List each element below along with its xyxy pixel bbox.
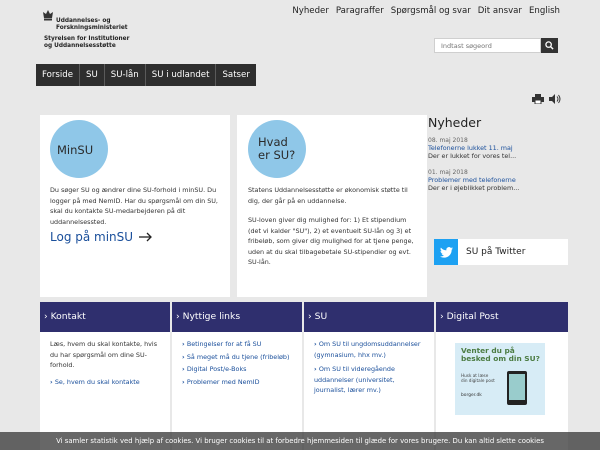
news-date: 01. maj 2018 [428, 169, 468, 176]
banner-subtitle: Husk at læse din digitale post [461, 373, 495, 383]
su-link-ungdom[interactable]: Om SU til ungdomsuddannelser (gymnasium,… [314, 339, 424, 360]
nyttige-link-digital-post[interactable]: Digital Post/e-Boks [182, 364, 292, 375]
news-title: Nyheder [428, 115, 482, 130]
su-heading[interactable]: › SU [304, 302, 434, 332]
crown-icon [43, 10, 53, 21]
kontakt-box: › Kontakt Læs, hvem du skal kontakte, hv… [40, 302, 170, 450]
speaker-icon[interactable] [549, 94, 561, 104]
news-excerpt: Der er i øjeblikket problem... [428, 184, 520, 192]
news-link[interactable]: Telefonerne lukket 11. maj [428, 144, 568, 152]
topnav-dit-ansvar[interactable]: Dit ansvar [478, 6, 522, 16]
arrow-right-icon [139, 232, 152, 242]
search-bar [434, 38, 558, 53]
topnav-faq[interactable]: Spørgsmål og svar [391, 6, 471, 16]
topnav-english[interactable]: English [529, 6, 560, 16]
news-excerpt: Der er lukket for vores tel... [428, 152, 517, 160]
minsu-card: MinSU Du søger SU og ændrer dine SU-forh… [40, 115, 230, 297]
search-input[interactable] [434, 38, 541, 53]
twitter-icon-box [434, 239, 458, 265]
kontakt-link[interactable]: Se, hvem du skal kontakte [50, 377, 160, 388]
su-box: › SU Om SU til ungdomsuddannelser (gymna… [304, 302, 434, 450]
twitter-icon [439, 246, 453, 258]
digital-post-banner[interactable]: Venter du på besked om din SU? Husk at l… [455, 343, 545, 415]
news-date: 08. maj 2018 [428, 137, 468, 144]
twitter-label: SU på Twitter [466, 247, 526, 257]
digital-post-heading[interactable]: › Digital Post [436, 302, 568, 332]
logo-agency-name: Styrelsen for Institutioner og Uddannels… [44, 36, 130, 49]
nav-su-udlandet[interactable]: SU i udlandet [145, 64, 217, 86]
main-navigation: Forside SU SU-lån SU i udlandet Satser [36, 64, 256, 86]
minsu-description: Du søger SU og ændrer dine SU-forhold i … [50, 186, 218, 226]
nyttige-link-betingelser[interactable]: Betingelser for at få SU [182, 339, 292, 350]
nav-forside[interactable]: Forside [36, 64, 81, 86]
banner-brand: borger.dk [461, 393, 482, 398]
topnav-nyheder[interactable]: Nyheder [292, 6, 329, 16]
kontakt-text: Læs, hvem du skal kontakte, hvis du har … [50, 340, 158, 369]
hvad-er-su-card: Hvad er SU? Statens Uddannelsesstøtte er… [237, 115, 427, 297]
twitter-button[interactable]: SU på Twitter [434, 239, 568, 265]
hvad-er-su-p1: Statens Uddannelsesstøtte er økonomisk s… [248, 186, 408, 205]
news-item: 01. maj 2018 Problemer med telefonerne D… [428, 169, 568, 192]
news-link[interactable]: Problemer med telefonerne [428, 176, 568, 184]
hvad-er-su-circle[interactable]: Hvad er SU? [248, 120, 306, 178]
nav-su[interactable]: SU [80, 64, 105, 86]
top-navigation: Nyheder Paragraffer Spørgsmål og svar Di… [292, 6, 560, 16]
su-link-videregaaende[interactable]: Om SU til videregående uddannelser (univ… [314, 364, 424, 396]
nyttige-links-box: › Nyttige links Betingelser for at få SU… [172, 302, 302, 450]
nav-satser[interactable]: Satser [216, 64, 256, 86]
search-button[interactable] [541, 38, 558, 53]
minsu-login-label: Log på minSU [50, 230, 134, 244]
nyttige-links-heading[interactable]: › Nyttige links [172, 302, 302, 332]
logo-ministry-name: Uddannelses- og Forskningsministeriet [56, 18, 128, 31]
news-item: 08. maj 2018 Telefonerne lukket 11. maj … [428, 137, 568, 160]
phone-icon [507, 371, 527, 405]
cookie-banner: Vi samler statistik ved hjælp af cookies… [0, 432, 600, 450]
topnav-paragraffer[interactable]: Paragraffer [336, 6, 384, 16]
news-section: Nyheder 08. maj 2018 Telefonerne lukket … [428, 115, 568, 201]
banner-title: Venter du på besked om din SU? [461, 346, 540, 363]
page-tools [532, 94, 561, 104]
nyttige-link-fribeloeb[interactable]: Så meget må du tjene (fribeløb) [182, 352, 292, 363]
nav-su-laan[interactable]: SU-lån [104, 64, 146, 86]
nyttige-link-nemid[interactable]: Problemer med NemID [182, 377, 292, 388]
search-icon [545, 41, 554, 50]
minsu-login-link[interactable]: Log på minSU [50, 230, 153, 244]
kontakt-heading[interactable]: › Kontakt [40, 302, 170, 332]
print-icon[interactable] [532, 94, 544, 104]
hvad-er-su-p2: SU-loven giver dig mulighed for: 1) Et s… [248, 216, 414, 266]
minsu-circle[interactable]: MinSU [50, 120, 108, 178]
